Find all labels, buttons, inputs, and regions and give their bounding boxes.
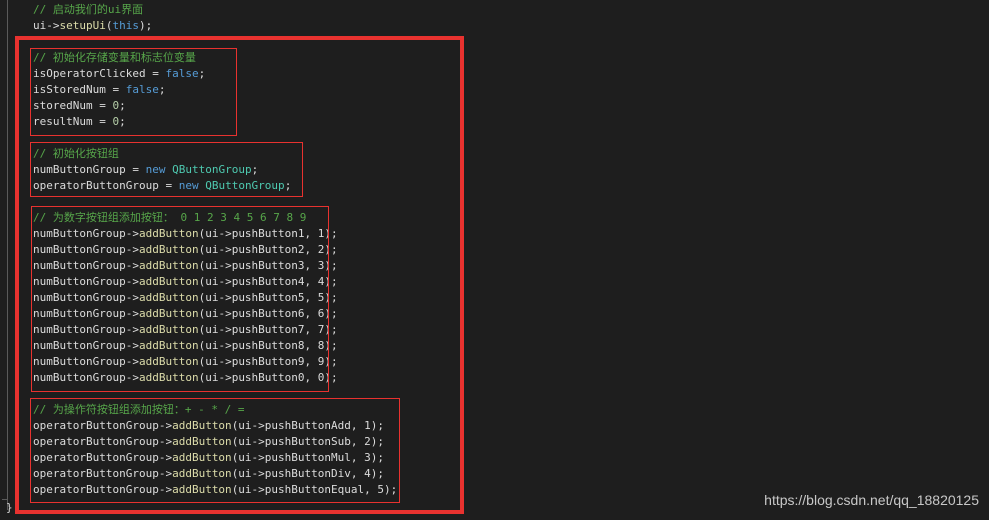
code-object: ui-> — [33, 19, 60, 32]
code-line: ui->setupUi(this); — [33, 18, 152, 34]
code-paren: ); — [138, 19, 153, 32]
watermark-url: https://blog.csdn.net/qq_18820125 — [764, 492, 979, 508]
closing-brace: } — [6, 501, 13, 514]
fold-guide — [7, 0, 8, 510]
highlight-box-init-groups — [30, 142, 303, 197]
code-comment: // 启动我们的ui界面 — [33, 3, 144, 16]
code-keyword: this — [112, 19, 139, 32]
highlight-box-init-vars — [30, 48, 237, 136]
code-editor[interactable]: // 启动我们的ui界面 ui->setupUi(this); // 初始化存储… — [0, 0, 989, 520]
code-function: setupUi — [59, 19, 106, 32]
highlight-box-op-buttons — [30, 398, 400, 503]
editor-gutter — [0, 0, 14, 520]
highlight-box-num-buttons — [31, 206, 329, 392]
